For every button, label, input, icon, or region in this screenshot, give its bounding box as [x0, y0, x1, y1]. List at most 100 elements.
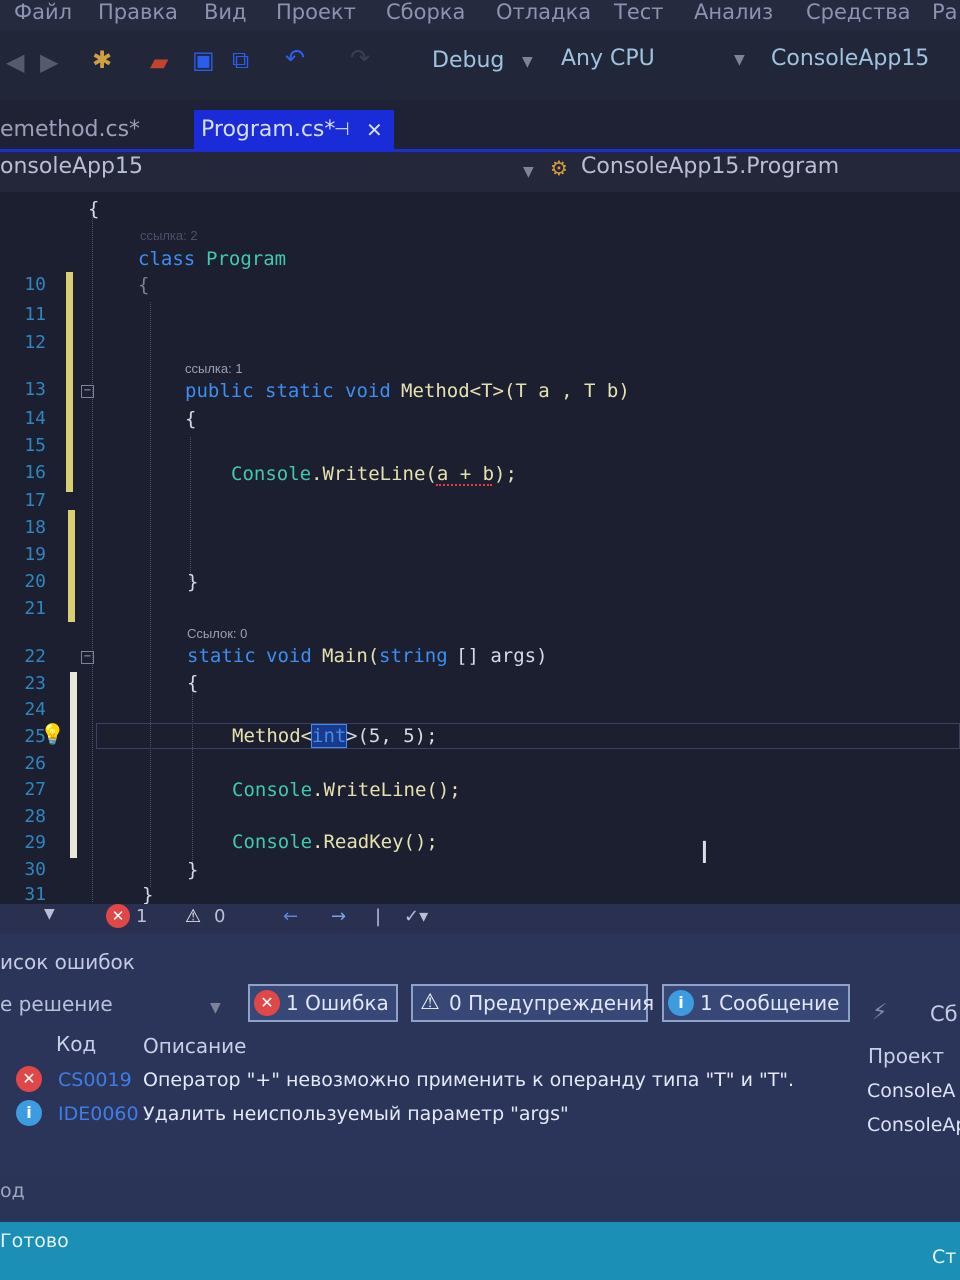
column-header-project[interactable]: Проект	[868, 1044, 944, 1068]
close-icon[interactable]: ✕	[366, 110, 383, 150]
warning-icon: ⚠	[185, 906, 202, 927]
scope-dropdown[interactable]: е решение	[0, 992, 113, 1016]
code-token: Method<	[232, 725, 313, 747]
open-file-icon[interactable]: ▰	[150, 48, 168, 76]
change-marker	[66, 272, 73, 492]
indent-guide	[192, 687, 193, 862]
class-dropdown[interactable]: ConsoleApp15.Program	[581, 154, 839, 179]
codelens-references[interactable]: ссылка: 1	[185, 361, 243, 376]
code-token: }	[142, 884, 154, 904]
redo-icon[interactable]: ↷	[350, 44, 370, 72]
errors-filter-button[interactable]: ✕ 1 Ошибка	[248, 984, 398, 1022]
tab-output[interactable]: од	[0, 1180, 25, 1202]
code-token-selected: int	[310, 724, 348, 748]
code-token: .WriteLine(a + b);	[311, 463, 517, 485]
editor-status-strip: ▼ ✕ 1 ⚠ 0 ← → | ✓▾	[0, 904, 960, 934]
warning-icon: ⚠	[420, 990, 440, 1015]
menu-analyze[interactable]: Анализ	[694, 0, 773, 24]
menu-file[interactable]: Файл	[14, 0, 72, 24]
error-code[interactable]: IDE0060	[58, 1103, 139, 1125]
column-header-code[interactable]: Код	[56, 1032, 96, 1056]
info-icon: i	[16, 1100, 42, 1126]
menu-edit[interactable]: Правка	[98, 0, 178, 24]
chevron-down-icon[interactable]: ▼	[523, 164, 534, 180]
code-token: {	[88, 198, 100, 220]
code-token: .ReadKey();	[312, 831, 438, 853]
warning-count[interactable]: 0	[214, 906, 225, 927]
menu-test[interactable]: Тест	[614, 0, 664, 24]
line-number: 26	[24, 753, 46, 774]
arrow-right-icon[interactable]: →	[331, 906, 346, 927]
build-filter-dropdown[interactable]: Сб	[930, 1002, 958, 1026]
platform-dropdown[interactable]: Any CPU	[561, 46, 655, 71]
line-number: 28	[24, 806, 46, 827]
error-project: ConsoleA	[867, 1080, 956, 1102]
status-position: Ст	[932, 1246, 957, 1268]
table-row[interactable]: ✕ CS0019 Оператор "+" невозможно примени…	[0, 1066, 960, 1102]
startup-project[interactable]: ConsoleApp15	[771, 46, 929, 71]
tab-label: emethod.cs*	[0, 117, 141, 142]
forward-icon[interactable]: ▶	[40, 48, 58, 76]
line-number: 22	[24, 646, 46, 667]
error-description: Оператор "+" невозможно применить к опер…	[143, 1069, 795, 1091]
status-text: Готово	[0, 1230, 69, 1252]
line-number: 16	[24, 462, 46, 483]
menu-project[interactable]: Проект	[276, 0, 356, 24]
table-row[interactable]: i IDE0060 Удалить неиспользуемый парамет…	[0, 1100, 960, 1136]
line-number: 23	[24, 673, 46, 694]
new-project-icon[interactable]: ✱	[92, 46, 112, 74]
navigation-bar: onsoleApp15 ▼ ⚙ ConsoleApp15.Program	[0, 152, 960, 192]
codelens-references[interactable]: ссылка: 2	[140, 228, 198, 243]
error-count[interactable]: 1	[136, 906, 147, 927]
menu-build[interactable]: Сборка	[386, 0, 465, 24]
chevron-down-icon[interactable]: ▼	[210, 1000, 221, 1016]
error-description: Удалить неиспользуемый параметр "args"	[143, 1103, 569, 1125]
lightbulb-icon[interactable]: 💡	[40, 722, 65, 746]
code-token: {	[138, 274, 150, 296]
codelens-references[interactable]: Ссылок: 0	[187, 626, 247, 641]
back-icon[interactable]: ◀	[6, 48, 24, 76]
project-dropdown[interactable]: onsoleApp15	[0, 154, 143, 179]
menu-more[interactable]: Ра	[932, 0, 958, 24]
code-token: Console	[232, 779, 313, 801]
line-number: 30	[24, 859, 46, 880]
code-editor[interactable]: − − 10 11 12 13 14 15 16 17 18 19 20 21 …	[0, 192, 960, 904]
status-bar: Готово Ст	[0, 1222, 960, 1280]
code-token: {	[185, 408, 197, 430]
pin-icon[interactable]: ⊣	[334, 110, 350, 150]
chevron-down-icon[interactable]: ▼	[44, 906, 55, 922]
save-icon[interactable]: ▣	[192, 46, 215, 74]
warnings-filter-button[interactable]: ⚠ 0 Предупреждения	[411, 984, 654, 1022]
collapse-icon[interactable]: −	[81, 651, 94, 664]
code-token: >(5, 5);	[346, 725, 438, 747]
collapse-icon[interactable]: −	[81, 385, 94, 398]
error-squiggle	[436, 484, 492, 486]
code-token: Console	[231, 463, 312, 485]
menu-debug[interactable]: Отладка	[496, 0, 591, 24]
chevron-down-icon[interactable]: ▼	[522, 54, 533, 70]
code-token: void	[345, 380, 391, 402]
column-header-description[interactable]: Описание	[143, 1034, 246, 1058]
menu-tools[interactable]: Средства	[806, 0, 910, 24]
arrow-left-icon[interactable]: ←	[283, 906, 298, 927]
messages-filter-button[interactable]: i 1 Сообщение	[662, 984, 850, 1022]
save-all-icon[interactable]: ⧉	[232, 46, 249, 74]
line-number: 11	[24, 304, 46, 325]
line-number: 29	[24, 832, 46, 853]
line-number: 24	[24, 699, 46, 720]
build-filter-icon[interactable]: ⚡	[872, 1000, 887, 1025]
tab-label: Program.cs*	[201, 117, 336, 142]
config-dropdown[interactable]: Debug	[432, 48, 504, 73]
chevron-down-icon[interactable]: ▼	[734, 52, 745, 68]
menu-view[interactable]: Вид	[204, 0, 247, 24]
line-number: 12	[24, 332, 46, 353]
undo-icon[interactable]: ↶	[285, 44, 305, 72]
code-token: class	[138, 248, 196, 270]
error-code[interactable]: CS0019	[58, 1069, 132, 1091]
line-number: 18	[24, 517, 46, 538]
line-number: 13	[24, 379, 46, 400]
toolbar: ◀ ▶ ✱ ▰ ▣ ⧉ ↶ ↷ Debug ▼ Any CPU ▼ Consol…	[0, 30, 960, 100]
tab-program[interactable]: Program.cs* ⊣ ✕	[194, 110, 394, 152]
tab-emethod[interactable]: emethod.cs*	[0, 110, 140, 152]
brush-icon[interactable]: ✓▾	[404, 906, 428, 927]
